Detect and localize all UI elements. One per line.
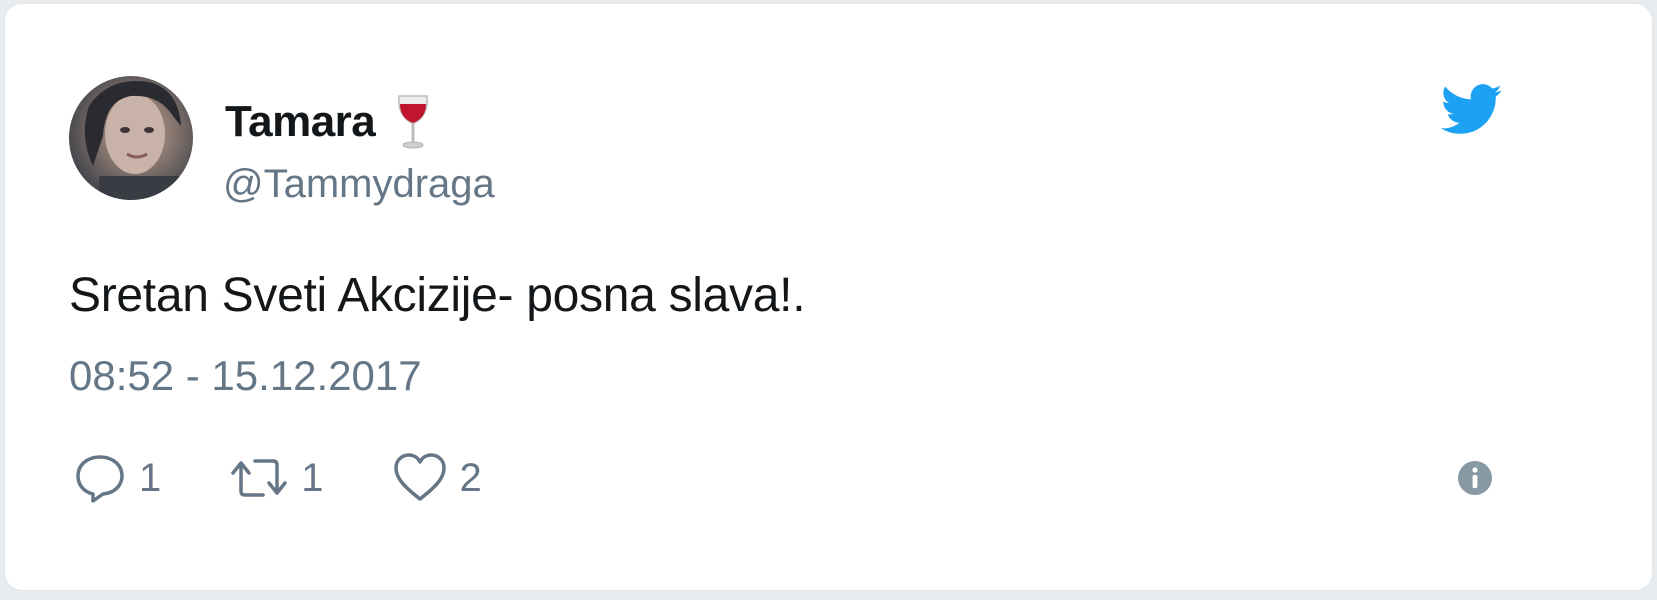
name-row: Tamara bbox=[225, 94, 433, 150]
twitter-bird-icon[interactable] bbox=[1441, 84, 1503, 136]
avatar[interactable] bbox=[69, 76, 193, 200]
display-name[interactable]: Tamara bbox=[225, 97, 376, 147]
action-bar: 1 1 2 bbox=[73, 448, 550, 508]
retweet-count: 1 bbox=[301, 455, 324, 500]
reply-icon bbox=[76, 455, 124, 503]
retweet-button[interactable]: 1 bbox=[229, 451, 324, 505]
like-button[interactable]: 2 bbox=[392, 451, 482, 505]
avatar-photo bbox=[84, 81, 181, 200]
page-background: Tamara @Tammydraga Sretan Sveti Akcizije… bbox=[0, 0, 1657, 600]
like-count: 2 bbox=[459, 455, 482, 500]
tweet-card: Tamara @Tammydraga Sretan Sveti Akcizije… bbox=[4, 3, 1653, 591]
tweet-text: Sretan Sveti Akcizije- posna slava!. bbox=[69, 269, 806, 322]
retweet-icon bbox=[231, 459, 287, 497]
wine-glass-icon bbox=[393, 92, 433, 152]
reply-button[interactable]: 1 bbox=[73, 451, 161, 505]
info-icon[interactable] bbox=[1457, 460, 1493, 496]
tweet-timestamp[interactable]: 08:52 - 15.12.2017 bbox=[69, 352, 422, 400]
user-handle[interactable]: @Tammydraga bbox=[223, 162, 495, 207]
heart-icon bbox=[393, 453, 446, 501]
reply-count: 1 bbox=[139, 455, 162, 500]
